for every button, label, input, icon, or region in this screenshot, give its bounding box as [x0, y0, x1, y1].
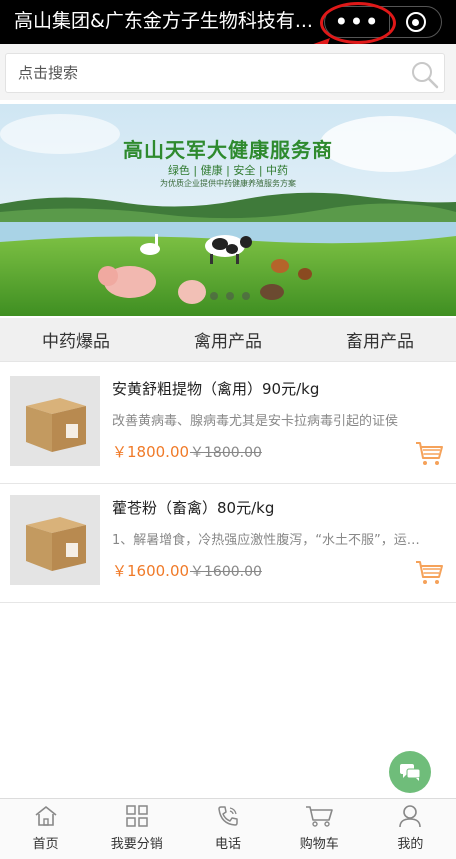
product-original-price: ￥1600.00: [190, 564, 262, 580]
product-price: ￥1600.00: [112, 562, 190, 580]
nav-label: 购物车: [299, 837, 339, 852]
close-button[interactable]: [390, 7, 441, 37]
tab-livestock-products[interactable]: 畜用产品: [304, 318, 456, 361]
box-icon: [26, 398, 86, 452]
product-description: 改善黄病毒、腺病毒尤其是安卡拉病毒引起的证侯: [112, 414, 399, 429]
page-title: 高山集团&广东金方子生物科技有...: [14, 10, 313, 32]
nav-label: 电话: [215, 837, 242, 852]
nav-item-profile[interactable]: 我的: [365, 799, 456, 859]
bottom-navigation: 首页 我要分销 电话 购物车 我的: [0, 798, 456, 859]
nav-label: 我要分销: [110, 837, 163, 852]
promo-banner[interactable]: 高山天军大健康服务商 绿色 | 健康 | 安全 | 中药 为优质企业提供中药健康…: [0, 104, 456, 316]
carousel-dot[interactable]: [242, 292, 250, 300]
tab-herbal-hot[interactable]: 中药爆品: [0, 318, 152, 361]
cart-icon: [306, 806, 334, 827]
product-image[interactable]: [10, 495, 100, 585]
carousel-dot[interactable]: [226, 292, 234, 300]
product-name[interactable]: 藿苍粉（畜禽）80元/kg: [112, 497, 442, 518]
product-original-price: ￥1800.00: [190, 445, 262, 461]
banner-subtitle: 为优质企业提供中药健康养殖服务方案: [160, 179, 296, 188]
nav-label: 首页: [32, 837, 59, 852]
nav-label: 我的: [397, 837, 424, 852]
phone-icon: [218, 806, 238, 826]
search-input[interactable]: [6, 54, 396, 92]
search-bar: [0, 44, 456, 100]
grid-icon: [126, 805, 148, 827]
nav-item-home[interactable]: 首页: [0, 799, 91, 859]
category-tabs: 中药爆品 禽用产品 畜用产品: [0, 318, 456, 362]
user-icon: [399, 805, 422, 828]
search-icon[interactable]: [410, 60, 440, 90]
add-to-cart-icon[interactable]: [414, 438, 444, 468]
chat-button[interactable]: [389, 751, 431, 793]
add-to-cart-icon[interactable]: [414, 557, 444, 587]
home-icon: [35, 806, 57, 826]
banner-tags: 绿色 | 健康 | 安全 | 中药: [167, 164, 289, 177]
product-item[interactable]: 安黄舒粗提物（禽用）90元/kg 改善黄病毒、腺病毒尤其是安卡拉病毒引起的证侯 …: [0, 366, 456, 484]
nav-item-phone[interactable]: 电话: [182, 799, 273, 859]
tab-poultry-products[interactable]: 禽用产品: [152, 318, 304, 361]
product-name[interactable]: 安黄舒粗提物（禽用）90元/kg: [112, 378, 442, 399]
carousel-indicator: [210, 292, 250, 300]
banner-title: 高山天军大健康服务商: [123, 138, 333, 162]
product-description: 1、解暑增食，冷热强应激性腹泻，“水土不服”，运…: [112, 533, 420, 548]
carousel-dot[interactable]: [210, 292, 218, 300]
product-image[interactable]: [10, 376, 100, 466]
product-price: ￥1800.00: [112, 443, 190, 461]
product-item[interactable]: 藿苍粉（畜禽）80元/kg 1、解暑增食，冷热强应激性腹泻，“水土不服”，运… …: [0, 485, 456, 603]
chat-bubble-icon: [400, 764, 421, 781]
nav-item-distribution[interactable]: 我要分销: [91, 799, 182, 859]
nav-item-cart[interactable]: 购物车: [274, 799, 365, 859]
box-icon: [26, 517, 86, 571]
search-box[interactable]: [5, 53, 445, 93]
target-icon: [405, 12, 426, 32]
